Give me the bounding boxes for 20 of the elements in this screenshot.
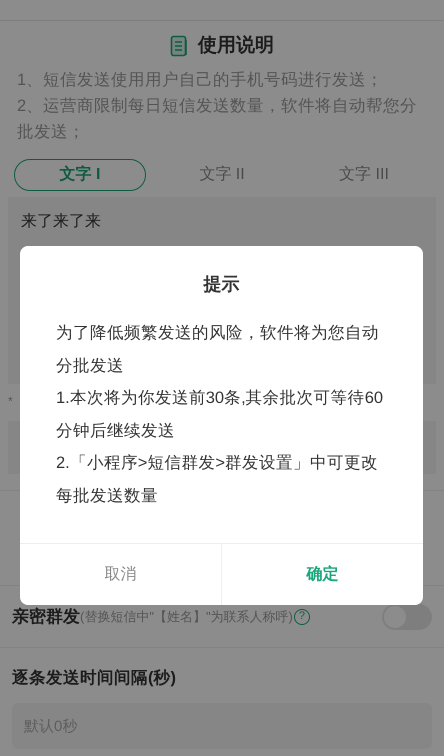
document-icon (170, 35, 190, 57)
cancel-button[interactable]: 取消 (20, 544, 221, 605)
option-label: 亲密群发 (12, 606, 80, 628)
instruction-text: 2、运营商限制每日短信发送数量，软件将自动帮您分批发送； (17, 96, 418, 143)
message-text: 来了来了来 (21, 213, 101, 230)
dialog-title: 提示 (202, 273, 240, 296)
confirm-button[interactable]: 确定 (221, 544, 423, 605)
dialog-message: 1.本次将为你发送前30条,其余批次可等待60分钟后继续发送 (56, 388, 384, 442)
option-hint: (替换短信中"【姓名】"为联系人称呼) (80, 608, 293, 626)
field-label: 逐条发送时间间隔(秒) (12, 668, 177, 689)
dialog-message: 2.「小程序>短信群发>群发设置」中可更改每批发送数量 (56, 453, 380, 506)
text-tab[interactable]: 文字 I (14, 159, 146, 191)
toggle-switch[interactable] (382, 604, 432, 630)
text-tab[interactable]: 文字 III (298, 159, 430, 191)
help-icon[interactable]: ? (294, 608, 310, 624)
text-tab[interactable]: 文字 II (156, 159, 288, 191)
instruction-text: 1、短信发送使用用户自己的手机号码进行发送； (17, 70, 384, 91)
dialog-message: 为了降低频繁发送的风险，软件将为您自动分批发送 (56, 323, 380, 376)
note-text: * (8, 393, 13, 410)
section-title: 使用说明 (198, 34, 274, 58)
